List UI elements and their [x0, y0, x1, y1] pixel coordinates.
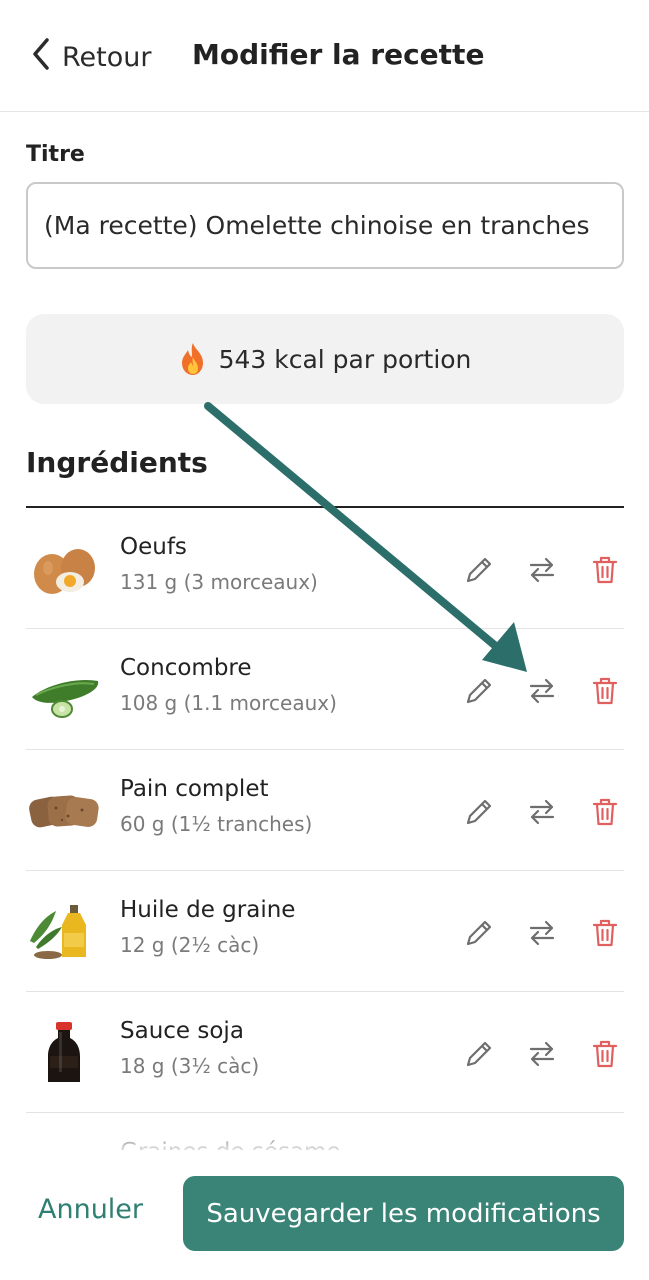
trash-icon: [592, 677, 618, 705]
delete-ingredient-button[interactable]: [587, 794, 623, 830]
calories-text: 543 kcal par portion: [218, 344, 472, 374]
ingredient-quantity: 131 g (3 morceaux): [120, 570, 318, 594]
trash-icon: [592, 798, 618, 826]
ingredient-row-concombre[interactable]: Concombre 108 g (1.1 morceaux): [26, 629, 624, 750]
edit-ingredient-button[interactable]: [461, 673, 497, 709]
ingredient-quantity: 60 g (1½ tranches): [120, 812, 313, 836]
pencil-icon: [466, 799, 492, 825]
save-changes-button[interactable]: Sauvegarder les modifications: [183, 1176, 624, 1251]
swap-arrows-icon: [529, 1041, 555, 1067]
swap-arrows-icon: [529, 557, 555, 583]
delete-ingredient-button[interactable]: [587, 915, 623, 951]
flame-icon: [179, 342, 207, 376]
ingredient-name: Oeufs: [120, 534, 187, 560]
back-label: Retour: [62, 41, 152, 73]
swap-ingredient-button[interactable]: [524, 552, 560, 588]
eggs-image: [26, 538, 102, 598]
ingredient-quantity: 12 g (2½ càc): [120, 933, 260, 957]
swap-ingredient-button[interactable]: [524, 1036, 560, 1072]
footer-bar: Annuler Sauvegarder les modifications: [0, 1150, 649, 1280]
trash-icon: [592, 919, 618, 947]
ingredient-name: Pain complet: [120, 776, 269, 802]
ingredient-row-huile-de-graine[interactable]: Huile de graine 12 g (2½ càc): [26, 871, 624, 992]
cucumber-image: [26, 659, 102, 719]
title-label: Titre: [26, 142, 85, 167]
pencil-icon: [466, 1041, 492, 1067]
delete-ingredient-button[interactable]: [587, 1036, 623, 1072]
pencil-icon: [466, 557, 492, 583]
seed-oil-image: [26, 901, 102, 961]
swap-ingredient-button[interactable]: [524, 673, 560, 709]
ingredient-row-oeufs[interactable]: Oeufs 131 g (3 morceaux): [26, 508, 624, 629]
edit-ingredient-button[interactable]: [461, 794, 497, 830]
edit-ingredient-button[interactable]: [461, 1036, 497, 1072]
swap-ingredient-button[interactable]: [524, 915, 560, 951]
swap-ingredient-button[interactable]: [524, 794, 560, 830]
delete-ingredient-button[interactable]: [587, 552, 623, 588]
trash-icon: [592, 1040, 618, 1068]
ingredient-quantity: 18 g (3½ càc): [120, 1054, 260, 1078]
ingredient-row-sauce-soja[interactable]: Sauce soja 18 g (3½ càc): [26, 992, 624, 1113]
cancel-button[interactable]: Annuler: [38, 1194, 143, 1225]
delete-ingredient-button[interactable]: [587, 673, 623, 709]
ingredient-name: Concombre: [120, 655, 252, 681]
edit-recipe-screen: Retour Modifier la recette Titre 543 kca…: [0, 0, 649, 1280]
swap-arrows-icon: [529, 799, 555, 825]
edit-ingredient-button[interactable]: [461, 552, 497, 588]
ingredients-list: Oeufs 131 g (3 morceaux) Concombre 108 g…: [26, 508, 624, 1189]
ingredients-heading: Ingrédients: [26, 446, 208, 479]
chevron-left-icon: [30, 37, 52, 78]
pencil-icon: [466, 920, 492, 946]
bread-image: [26, 780, 102, 840]
edit-ingredient-button[interactable]: [461, 915, 497, 951]
swap-arrows-icon: [529, 920, 555, 946]
page-title: Modifier la recette: [192, 38, 485, 71]
trash-icon: [592, 556, 618, 584]
calories-summary: 543 kcal par portion: [26, 314, 624, 404]
swap-arrows-icon: [529, 678, 555, 704]
soy-sauce-image: [26, 1022, 102, 1082]
ingredient-name: Huile de graine: [120, 897, 296, 923]
ingredient-row-pain-complet[interactable]: Pain complet 60 g (1½ tranches): [26, 750, 624, 871]
recipe-title-input[interactable]: [26, 182, 624, 269]
top-bar: Retour Modifier la recette: [0, 0, 649, 112]
pencil-icon: [466, 678, 492, 704]
ingredient-name: Sauce soja: [120, 1018, 244, 1044]
ingredient-quantity: 108 g (1.1 morceaux): [120, 691, 337, 715]
back-button[interactable]: Retour: [30, 36, 151, 78]
